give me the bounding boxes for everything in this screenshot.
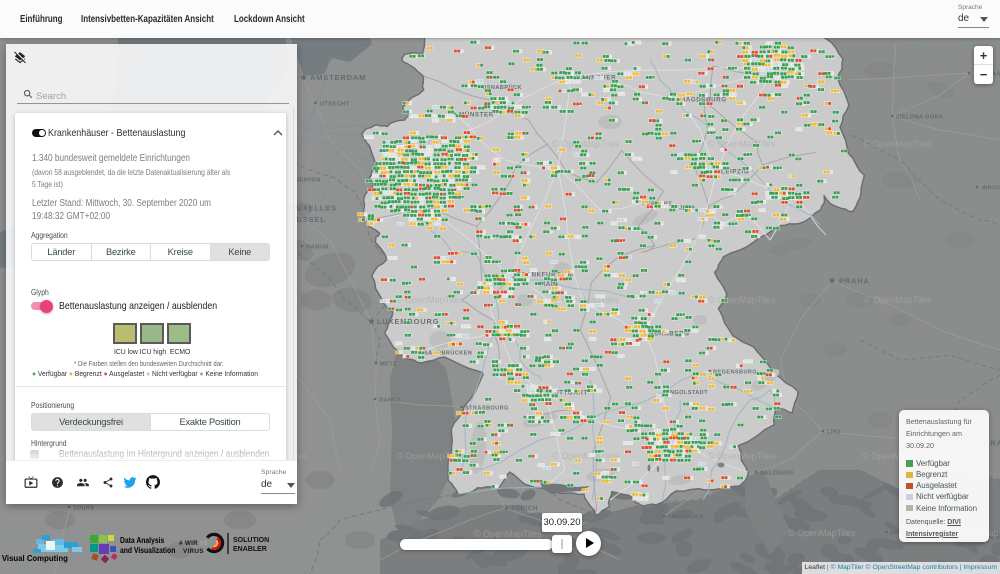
svg-text:METZ: METZ (380, 362, 397, 368)
svg-text:ZÜRICH: ZÜRICH (511, 505, 538, 512)
svg-text:© OpenMapTiles: © OpenMapTiles (788, 528, 856, 538)
svg-text:© OpenMapTiles: © OpenMapTiles (708, 139, 776, 149)
svg-text:LINZ: LINZ (827, 430, 841, 436)
svg-text:ZIELONA GÓRA: ZIELONA GÓRA (896, 113, 943, 121)
svg-text:NANCY: NANCY (379, 398, 401, 404)
svg-text:and Visualization: and Visualization (120, 545, 176, 555)
svg-text:SALZBURG: SALZBURG (760, 471, 794, 477)
svg-text:ENABLER: ENABLER (233, 546, 267, 553)
svg-text:NAMUR: NAMUR (306, 245, 329, 251)
svg-text:PRAHA: PRAHA (839, 277, 870, 286)
svg-text:© OpenMapTiles: © OpenMapTiles (552, 451, 620, 461)
svg-text:© OpenMapTiles: © OpenMapTiles (552, 139, 620, 149)
svg-text:SAARBRÜCKEN: SAARBRÜCKEN (424, 350, 472, 357)
svg-text:© OpenMapTiles: © OpenMapTiles (864, 295, 932, 305)
svg-text:© OpenMapTiles: © OpenMapTiles (708, 451, 776, 461)
svg-text:Visual Computing: Visual Computing (2, 554, 68, 563)
svg-text:Data Analysis: Data Analysis (120, 535, 164, 545)
svg-text:© OpenMapTiles: © OpenMapTiles (474, 529, 542, 539)
svg-text:# WIR VS: # WIR VS (179, 540, 208, 547)
svg-text:© OpenMapTiles: © OpenMapTiles (864, 139, 932, 149)
svg-text:© OpenMapTiles: © OpenMapTiles (708, 295, 776, 305)
svg-text:INGOLSTADT: INGOLSTADT (668, 390, 708, 396)
svg-text:VIRUS: VIRUS (183, 548, 204, 555)
svg-text:SOLUTION: SOLUTION (233, 537, 269, 544)
svg-text:UTRECHT: UTRECHT (320, 101, 350, 107)
svg-text:INNSBRUCK: INNSBRUCK (667, 515, 704, 521)
svg-text:AMSTERDAM: AMSTERDAM (310, 73, 366, 82)
svg-text:STRASBOURG: STRASBOURG (465, 406, 509, 412)
svg-text:WROCŁAW: WROCŁAW (982, 186, 1000, 192)
